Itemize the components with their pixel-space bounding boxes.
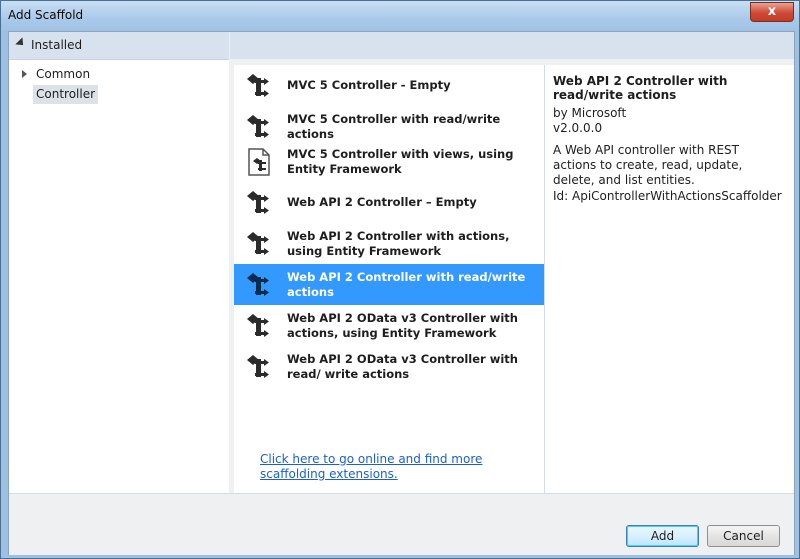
details-pane: Web API 2 Controller with read/write act… <box>545 65 794 493</box>
scaffold-item[interactable]: Web API 2 Controller with actions, using… <box>234 223 544 264</box>
add-scaffold-dialog: Add Scaffold x Installed Common Controll… <box>0 0 800 559</box>
tree-item-label: Common <box>36 67 91 81</box>
installed-header[interactable]: Installed <box>9 32 229 60</box>
controller-icon <box>244 270 274 300</box>
controller-icon <box>244 311 274 341</box>
cancel-button[interactable]: Cancel <box>707 525 780 547</box>
scaffold-item-label: Web API 2 Controller with actions, using… <box>287 229 510 258</box>
controller-icon <box>244 229 274 259</box>
scaffold-item[interactable]: Web API 2 Controller with read/write act… <box>234 264 544 305</box>
tree-item-controller[interactable]: Controller <box>33 85 99 104</box>
installed-label: Installed <box>31 38 83 52</box>
scaffold-item[interactable]: MVC 5 Controller - Empty <box>234 65 544 106</box>
scaffold-item[interactable]: Web API 2 OData v3 Controller with read/… <box>234 346 544 387</box>
scaffold-item-label: Web API 2 OData v3 Controller with read/… <box>287 352 518 381</box>
scaffold-item-label: Web API 2 OData v3 Controller with actio… <box>287 311 518 340</box>
controller-views-icon <box>244 147 274 177</box>
scaffold-item-label: Web API 2 Controller with read/write act… <box>287 270 526 299</box>
scaffold-item-label: MVC 5 Controller with read/write actions <box>287 112 501 141</box>
scaffold-item-label: MVC 5 Controller with views, using Entit… <box>287 147 514 176</box>
details-id: Id: ApiControllerWithActionsScaffolder <box>553 189 782 203</box>
details-title: Web API 2 Controller with read/write act… <box>553 74 728 102</box>
controller-icon <box>244 112 274 142</box>
close-icon: x <box>767 4 777 19</box>
scaffold-item[interactable]: MVC 5 Controller with views, using Entit… <box>234 141 544 182</box>
add-button[interactable]: Add <box>626 525 699 547</box>
online-scaffolding-link[interactable]: Click here to go online and find more sc… <box>260 452 540 482</box>
close-button[interactable]: x <box>750 2 794 22</box>
scaffold-list: MVC 5 Controller - Empty MVC 5 Controller… <box>234 65 545 493</box>
controller-icon <box>244 352 274 382</box>
controller-icon <box>244 71 274 101</box>
dialog-body: Installed Common Controller MVC 5 Contro… <box>8 31 795 555</box>
scaffold-item-label: Web API 2 Controller – Empty <box>287 195 477 209</box>
controller-icon <box>244 188 274 218</box>
details-description: A Web API controller with REST actions t… <box>553 143 743 187</box>
window-title: Add Scaffold <box>8 8 84 22</box>
expanded-arrow-icon <box>15 37 27 49</box>
button-bar: Add Cancel <box>9 493 794 555</box>
scaffold-item[interactable]: Web API 2 OData v3 Controller with actio… <box>234 305 544 346</box>
collapsed-arrow-icon[interactable] <box>22 70 27 78</box>
scaffold-item-label: MVC 5 Controller - Empty <box>287 78 451 92</box>
details-author: by Microsoft <box>553 106 627 120</box>
category-tree-pane: Installed Common Controller <box>9 32 229 493</box>
header-strip <box>230 32 794 59</box>
scaffold-item[interactable]: Web API 2 Controller – Empty <box>234 182 544 223</box>
details-version: v2.0.0.0 <box>553 121 603 135</box>
title-bar[interactable]: Add Scaffold x <box>1 1 799 31</box>
